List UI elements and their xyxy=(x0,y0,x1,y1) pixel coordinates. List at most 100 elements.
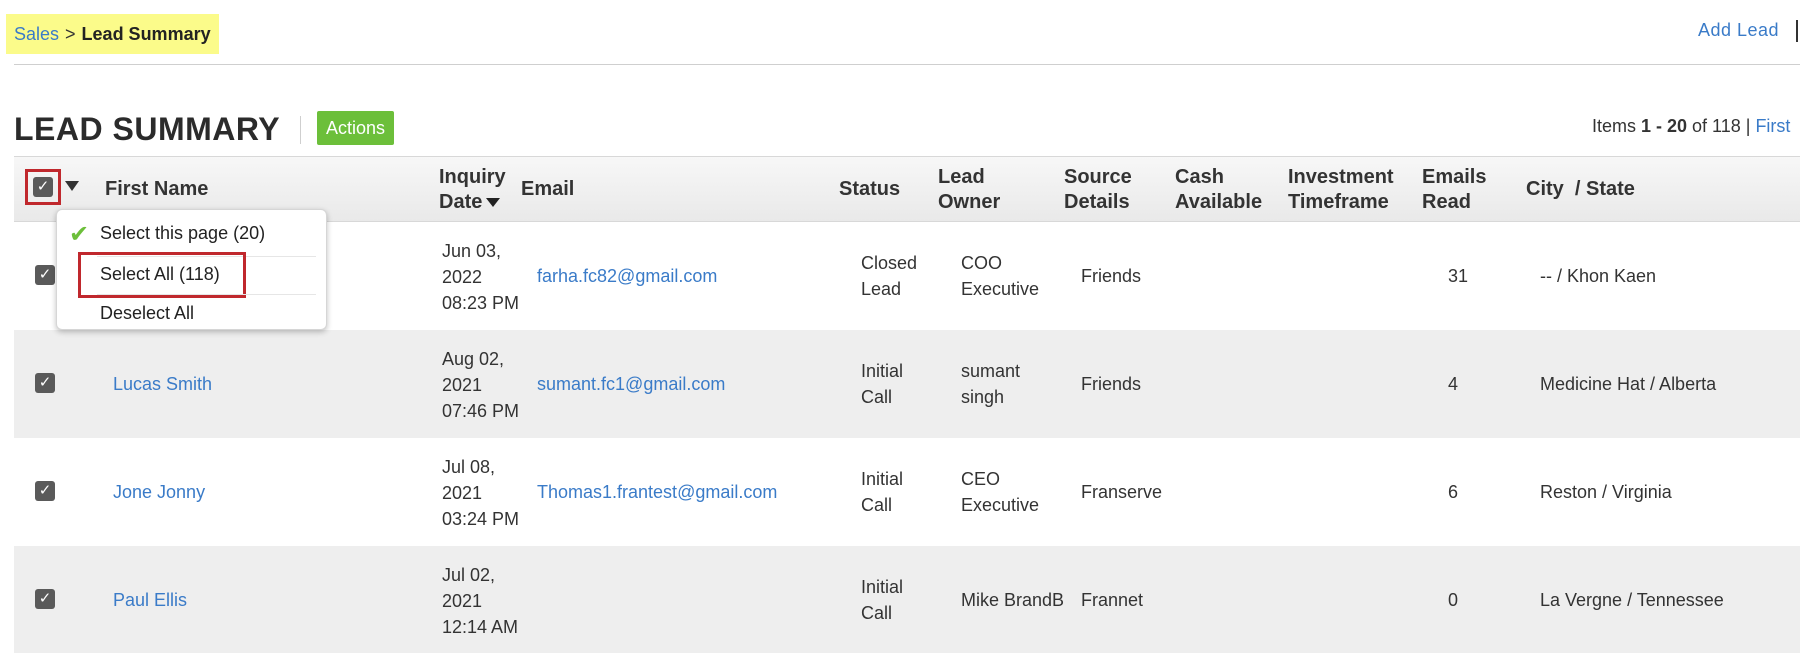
items-prefix: Items xyxy=(1592,116,1642,136)
col-status[interactable]: Status xyxy=(839,177,900,202)
inquiry-date: Jul 02, 2021 12:14 AM xyxy=(442,562,518,640)
status-line: Call xyxy=(861,387,893,407)
city-state: Reston / Virginia xyxy=(1540,482,1672,502)
col-emails-line2: Read xyxy=(1422,191,1471,213)
source-details: Friends xyxy=(1081,374,1142,394)
col-source-line2: Details xyxy=(1064,191,1130,213)
breadcrumb-current: Lead Summary xyxy=(81,23,211,44)
col-lead-owner-line2: Owner xyxy=(938,191,1001,213)
items-range: 1 - 20 xyxy=(1641,116,1688,136)
sort-desc-icon xyxy=(486,198,501,208)
date-line: Aug 02, xyxy=(442,349,505,369)
row-checkbox-icon[interactable]: ✓ xyxy=(35,265,55,285)
status: Initial Call xyxy=(861,574,903,626)
date-line: 08:23 PM xyxy=(442,293,520,313)
table-row: ✓ Jone Jonny Jul 08, 2021 03:24 PM Thoma… xyxy=(14,438,1800,546)
source-details: Friends xyxy=(1081,266,1142,286)
actions-button[interactable]: Actions xyxy=(317,111,395,145)
header-link-divider xyxy=(1796,20,1798,42)
menu-divider xyxy=(97,294,316,295)
lead-name-link[interactable]: Jone Jonny xyxy=(113,479,205,505)
col-source-line1: Source xyxy=(1064,166,1132,188)
status-line: Initial xyxy=(861,469,904,489)
lead-owner: sumant singh xyxy=(961,358,1020,410)
col-source-details[interactable]: Source Details xyxy=(1064,165,1132,215)
col-investment-timeframe[interactable]: Investment Timeframe xyxy=(1288,165,1394,215)
status-line: Call xyxy=(861,495,893,515)
city-state: La Vergne / Tennessee xyxy=(1540,590,1724,610)
date-line: 2021 xyxy=(442,591,483,611)
col-email[interactable]: Email xyxy=(521,177,574,202)
lead-name-link[interactable]: Paul Ellis xyxy=(113,587,187,613)
header-divider xyxy=(14,64,1800,65)
owner-line: singh xyxy=(961,387,1005,407)
col-cash-available[interactable]: Cash Available xyxy=(1175,165,1262,215)
city-state: -- / Khon Kaen xyxy=(1540,266,1657,286)
lead-owner: COO Executive xyxy=(961,250,1039,302)
col-inquiry-date[interactable]: Inquiry Date xyxy=(439,165,506,215)
col-invest-line2: Timeframe xyxy=(1288,191,1389,213)
title-divider xyxy=(300,116,301,144)
status-line: Lead xyxy=(861,279,902,299)
emails-read: 0 xyxy=(1448,590,1459,610)
select-all-option[interactable]: Select All (118) xyxy=(100,264,220,285)
col-inquiry-date-label: Date xyxy=(439,191,483,213)
col-first-name[interactable]: First Name xyxy=(105,177,208,202)
date-line: 07:46 PM xyxy=(442,401,520,421)
caret-down-icon[interactable] xyxy=(65,181,79,191)
col-inquiry-date-line1: Inquiry xyxy=(439,166,506,188)
row-checkbox-icon[interactable]: ✓ xyxy=(35,481,55,501)
owner-line: sumant xyxy=(961,361,1021,381)
email-link[interactable]: Thomas1.frantest@gmail.com xyxy=(537,479,777,505)
email-link[interactable]: sumant.fc1@gmail.com xyxy=(537,371,725,397)
green-check-icon: ✔ xyxy=(69,221,90,248)
date-line: 2021 xyxy=(442,375,483,395)
breadcrumb-separator: > xyxy=(65,23,76,44)
col-city-state[interactable]: City / State xyxy=(1526,177,1635,202)
deselect-all-option[interactable]: Deselect All xyxy=(100,303,194,324)
pagination-info: Items 1 - 20 of 118 | First xyxy=(1592,116,1790,137)
header-checkbox-icon[interactable]: ✓ xyxy=(33,177,53,197)
inquiry-date: Jun 03, 2022 08:23 PM xyxy=(442,238,519,316)
emails-read: 31 xyxy=(1448,266,1469,286)
city-state: Medicine Hat / Alberta xyxy=(1540,374,1717,394)
col-emails-line1: Emails xyxy=(1422,166,1487,188)
col-lead-owner-line1: Lead xyxy=(938,166,985,188)
date-line: 12:14 AM xyxy=(442,617,519,637)
emails-read: 6 xyxy=(1448,482,1459,502)
col-cash-line1: Cash xyxy=(1175,166,1224,188)
source-details: Frannet xyxy=(1081,590,1144,610)
breadcrumb: Sales > Lead Summary xyxy=(6,14,219,54)
lead-owner: CEO Executive xyxy=(961,466,1039,518)
status: Initial Call xyxy=(861,358,903,410)
items-total: of 118 | xyxy=(1687,116,1756,136)
owner-line: Executive xyxy=(961,495,1040,515)
row-checkbox-icon[interactable]: ✓ xyxy=(35,589,55,609)
first-page-link[interactable]: First xyxy=(1755,116,1790,136)
date-line: 2022 xyxy=(442,267,483,287)
status: Initial Call xyxy=(861,466,903,518)
col-emails-read[interactable]: Emails Read xyxy=(1422,165,1486,215)
select-dropdown-menu: ✔ Select this page (20) Select All (118)… xyxy=(56,209,327,330)
email-link[interactable]: farha.fc82@gmail.com xyxy=(537,263,717,289)
col-cash-line2: Available xyxy=(1175,191,1263,213)
owner-line: COO xyxy=(961,253,1003,273)
date-line: Jun 03, xyxy=(442,241,502,261)
row-checkbox-icon[interactable]: ✓ xyxy=(35,373,55,393)
date-line: Jul 08, xyxy=(442,457,496,477)
page-title: LEAD SUMMARY xyxy=(14,111,281,147)
source-details: Franserve xyxy=(1081,482,1163,502)
col-lead-owner[interactable]: Lead Owner xyxy=(938,165,1000,215)
status-line: Initial xyxy=(861,361,904,381)
date-line: Jul 02, xyxy=(442,565,496,585)
emails-read: 4 xyxy=(1448,374,1459,394)
select-this-page-option[interactable]: Select this page (20) xyxy=(100,223,265,244)
add-lead-link[interactable]: Add Lead xyxy=(1698,20,1779,41)
breadcrumb-sales-link[interactable]: Sales xyxy=(14,24,59,45)
date-line: 2021 xyxy=(442,483,483,503)
lead-name-link[interactable]: Lucas Smith xyxy=(113,371,212,397)
inquiry-date: Aug 02, 2021 07:46 PM xyxy=(442,346,519,424)
lead-owner: Mike BrandB xyxy=(961,590,1065,610)
status-line: Closed xyxy=(861,253,918,273)
inquiry-date: Jul 08, 2021 03:24 PM xyxy=(442,454,519,532)
